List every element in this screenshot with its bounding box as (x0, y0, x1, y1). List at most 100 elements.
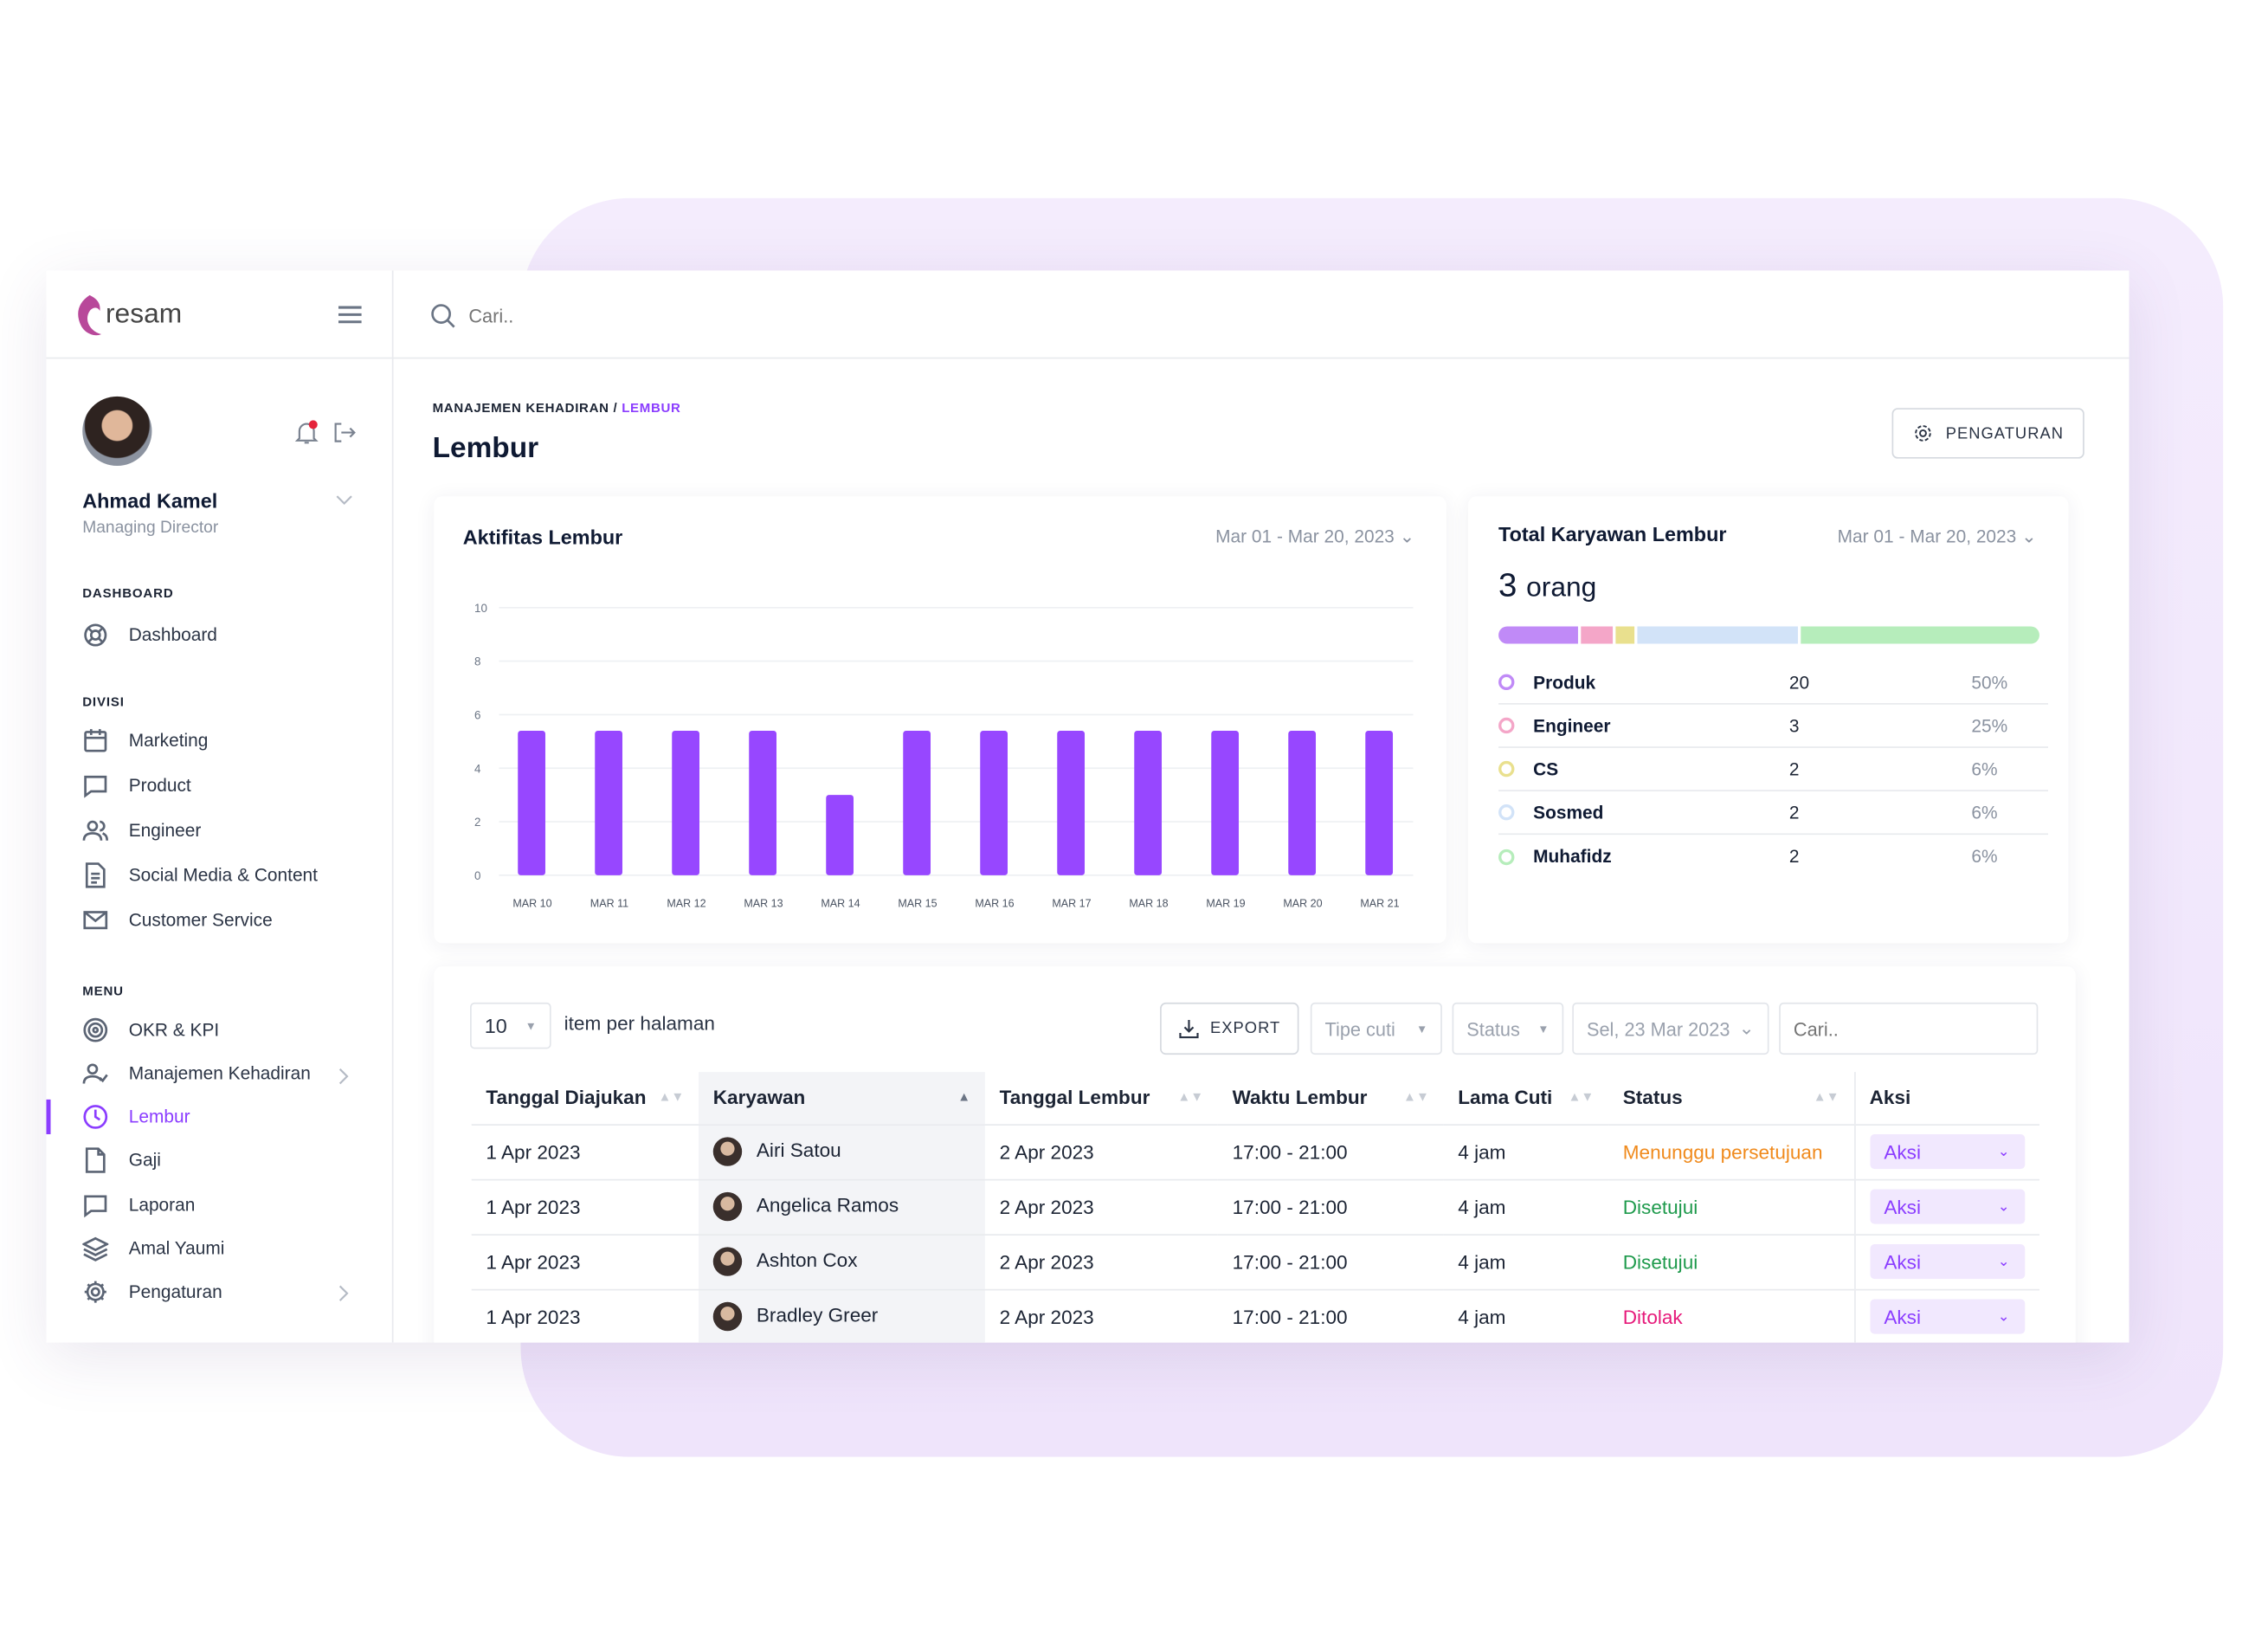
bar[interactable] (826, 795, 854, 875)
action-label: Aksi (1884, 1195, 1921, 1218)
lifebuoy-icon (84, 623, 107, 647)
legend-dot-icon (1498, 848, 1515, 865)
column-header-action: Aksi (1853, 1072, 2039, 1125)
page-size-select[interactable]: 10 ▼ (470, 1002, 551, 1049)
item-percent: 6% (1971, 802, 1998, 823)
chevron-right-icon[interactable] (338, 1068, 350, 1085)
sort-asc-icon: ▲ (957, 1089, 971, 1104)
date-filter[interactable]: Sel, 23 Mar 2023 ⌄ (1572, 1002, 1769, 1055)
column-header-submitted[interactable]: Tanggal Diajukan ▲▼ (472, 1072, 699, 1124)
sidebar-item-marketing[interactable]: Marketing (82, 727, 357, 753)
sidebar-item-dashboard[interactable]: Dashboard (82, 622, 357, 648)
chevron-down-icon[interactable] (336, 494, 353, 506)
breadcrumb-parent[interactable]: MANAJEMEN KEHADIRAN (433, 401, 609, 416)
employee-name: Airi Satou (756, 1139, 841, 1162)
export-button[interactable]: EXPORT (1160, 1002, 1299, 1055)
y-tick-label: 0 (474, 869, 480, 882)
sidebar-item-customer-service[interactable]: Customer Service (82, 907, 357, 933)
sidebar-item-gaji[interactable]: Gaji (82, 1147, 357, 1173)
chevron-right-icon[interactable] (338, 1285, 350, 1302)
logo[interactable]: resam (75, 294, 182, 337)
employee-name: Angelica Ramos (756, 1194, 899, 1216)
sidebar-item-product[interactable]: Product (82, 772, 357, 798)
bar[interactable] (1211, 730, 1240, 875)
distribution-item: Sosmed 2 6% (1498, 791, 2048, 836)
sidebar-item-amal-yaumi[interactable]: Amal Yaumi (82, 1236, 357, 1262)
bar[interactable] (1365, 730, 1394, 875)
breadcrumb-separator: / (613, 400, 618, 416)
sidebar-item-lembur[interactable]: Lembur (82, 1104, 357, 1130)
column-header-overtime-time[interactable]: Waktu Lembur ▲▼ (1218, 1072, 1444, 1124)
action-dropdown[interactable]: Aksi ⌄ (1869, 1133, 2025, 1170)
sidebar-item-label: Social Media & Content (128, 865, 318, 886)
item-percent: 6% (1971, 846, 1998, 867)
column-label: Status (1622, 1087, 1683, 1109)
global-search-input[interactable] (468, 299, 1047, 332)
cell-submitted: 1 Apr 2023 (471, 1123, 699, 1179)
sidebar: resam Ahmad Kamel Managing Director DASH… (46, 270, 394, 1343)
sidebar-item-engineer[interactable]: Engineer (82, 817, 357, 843)
search-icon (431, 304, 455, 328)
total-employees-card: Total Karyawan Lembur Mar 01 - Mar 20, 2… (1467, 496, 2069, 944)
cell-overtime-date: 2 Apr 2023 (984, 1178, 1218, 1235)
sort-icon: ▲▼ (1568, 1089, 1595, 1104)
action-dropdown[interactable]: Aksi ⌄ (1869, 1189, 2025, 1224)
avatar[interactable] (82, 396, 152, 467)
sidebar-item-laporan[interactable]: Laporan (82, 1192, 357, 1218)
sidebar-item-label: Lembur (128, 1107, 190, 1127)
notification-bell-icon[interactable] (294, 420, 319, 446)
sidebar-item-okr-kpi[interactable]: OKR & KPI (82, 1017, 357, 1043)
leave-type-filter[interactable]: Tipe cuti ▼ (1310, 1002, 1442, 1055)
y-tick-label: 6 (474, 708, 480, 721)
y-tick-label: 4 (474, 762, 481, 775)
cell-employee: Airi Satou (699, 1123, 985, 1179)
legend-dot-icon (1498, 804, 1515, 821)
chevron-down-icon: ⌄ (1997, 1143, 2010, 1160)
sidebar-item-pengaturan[interactable]: Pengaturan (82, 1279, 357, 1305)
bar[interactable] (595, 730, 622, 875)
bar-chart: 0 2 4 6 8 10 MAR 10 MAR 11 MAR 12 MAR 13 MAR 14 MAR… (474, 602, 1414, 910)
status-filter[interactable]: Status ▼ (1452, 1002, 1564, 1055)
legend-dot-icon (1498, 760, 1515, 778)
action-dropdown[interactable]: Aksi ⌄ (1869, 1299, 2025, 1334)
document-icon (85, 862, 106, 888)
column-header-duration[interactable]: Lama Cuti ▲▼ (1444, 1072, 1608, 1124)
chevron-down-icon: ⌄ (1738, 1016, 1755, 1039)
bar[interactable] (1134, 730, 1163, 875)
bar[interactable] (749, 730, 776, 875)
chevron-down-icon: ⌄ (1997, 1198, 2010, 1215)
column-header-status[interactable]: Status ▲▼ (1608, 1072, 1854, 1124)
bar[interactable] (518, 730, 545, 875)
clock-icon (83, 1105, 108, 1129)
total-date-range[interactable]: Mar 01 - Mar 20, 2023 ⌄ (1838, 526, 2037, 547)
settings-button[interactable]: PENGATURAN (1891, 408, 2084, 459)
sort-icon: ▲▼ (1813, 1089, 1840, 1104)
column-header-overtime-date[interactable]: Tanggal Lembur ▲▼ (985, 1072, 1218, 1124)
item-percent: 50% (1971, 672, 2008, 693)
sidebar-item-social-media[interactable]: Social Media & Content (82, 862, 357, 888)
table-search-input[interactable] (1779, 1002, 2039, 1055)
x-tick-label: MAR 14 (821, 898, 860, 910)
bar[interactable] (1288, 730, 1317, 875)
sidebar-item-label: Pengaturan (128, 1281, 222, 1302)
bar[interactable] (1057, 730, 1086, 875)
bar[interactable] (980, 730, 1008, 875)
logo-mark-icon (78, 294, 101, 336)
item-label: Muhafidz (1533, 846, 1612, 867)
bar[interactable] (672, 730, 699, 875)
bar[interactable] (903, 730, 931, 875)
chevron-down-icon: ⌄ (2021, 526, 2037, 547)
gear-icon (84, 1281, 106, 1303)
sidebar-header: resam (46, 270, 394, 359)
column-header-employee[interactable]: Karyawan ▲ (699, 1072, 985, 1125)
caret-down-icon: ▼ (525, 1019, 537, 1033)
item-label: CS (1533, 758, 1559, 779)
cell-submitted: 1 Apr 2023 (471, 1287, 699, 1343)
file-icon (85, 1147, 106, 1173)
sidebar-item-manajemen-kehadiran[interactable]: Manajemen Kehadiran (82, 1061, 357, 1087)
sidebar-item-label: OKR & KPI (128, 1019, 220, 1041)
logout-icon[interactable] (332, 421, 356, 444)
action-dropdown[interactable]: Aksi ⌄ (1869, 1243, 2025, 1280)
chevron-down-icon: ⌄ (1997, 1308, 2010, 1326)
hamburger-menu-icon[interactable] (338, 306, 362, 325)
